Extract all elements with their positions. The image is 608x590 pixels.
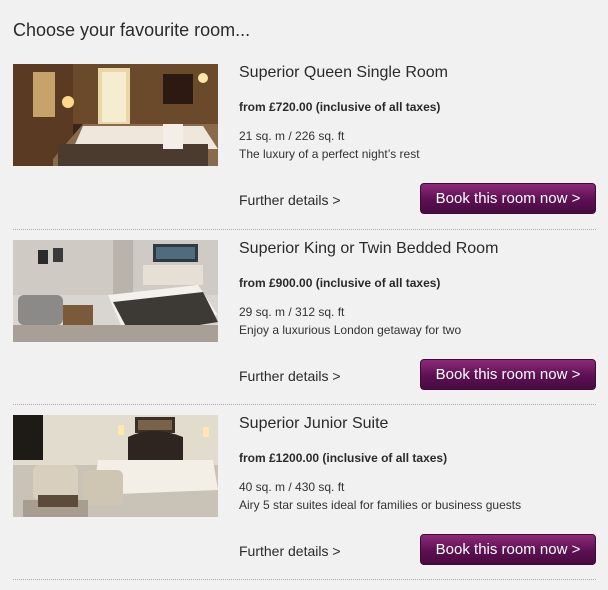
book-room-button[interactable]: Book this room now > bbox=[420, 534, 596, 565]
room-card: Superior Queen Single Room from £720.00 … bbox=[0, 64, 608, 239]
further-details-link[interactable]: Further details > bbox=[239, 192, 341, 208]
room-size: 40 sq. m / 430 sq. ft bbox=[239, 480, 345, 494]
room-photo[interactable] bbox=[13, 240, 218, 342]
room-size: 21 sq. m / 226 sq. ft bbox=[239, 129, 345, 143]
further-details-link[interactable]: Further details > bbox=[239, 543, 341, 559]
room-title: Superior Queen Single Room bbox=[239, 64, 449, 81]
room-photo[interactable] bbox=[13, 415, 218, 517]
book-room-button[interactable]: Book this room now > bbox=[420, 183, 596, 214]
room-card: Superior King or Twin Bedded Room from £… bbox=[0, 240, 608, 415]
room-title: Superior King or Twin Bedded Room bbox=[239, 240, 499, 257]
room-card: Superior Junior Suite from £1200.00 (inc… bbox=[0, 415, 608, 590]
book-room-button[interactable]: Book this room now > bbox=[420, 359, 596, 390]
room-size: 29 sq. m / 312 sq. ft bbox=[239, 305, 345, 319]
room-title: Superior Junior Suite bbox=[239, 415, 389, 432]
page-title: Choose your favourite room... bbox=[13, 20, 251, 40]
room-price: from £720.00 (inclusive of all taxes) bbox=[239, 100, 441, 114]
room-description: The luxury of a perfect night’s rest bbox=[239, 147, 420, 161]
divider bbox=[13, 579, 596, 580]
room-price: from £1200.00 (inclusive of all taxes) bbox=[239, 451, 448, 465]
room-price: from £900.00 (inclusive of all taxes) bbox=[239, 276, 441, 290]
room-photo[interactable] bbox=[13, 64, 218, 166]
divider bbox=[13, 229, 596, 230]
room-description: Airy 5 star suites ideal for families or… bbox=[239, 498, 522, 512]
room-description: Enjoy a luxurious London getaway for two bbox=[239, 323, 462, 337]
divider bbox=[13, 404, 596, 405]
further-details-link[interactable]: Further details > bbox=[239, 368, 341, 384]
